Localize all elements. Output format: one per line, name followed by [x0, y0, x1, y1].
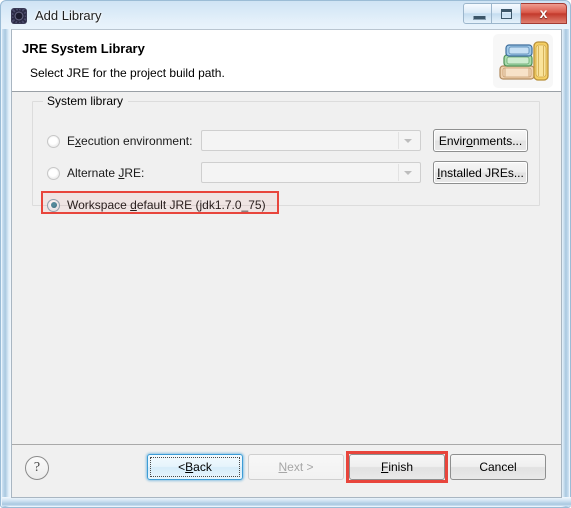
radio-label-workspace-default-jre: Workspace default JRE (jdk1.7.0_75) — [67, 198, 266, 212]
combo-separator — [398, 132, 399, 149]
wizard-navigation-buttons: < Back Next > Finish Cancel — [142, 451, 546, 483]
eclipse-dialog-icon — [11, 7, 27, 24]
chevron-down-icon — [404, 139, 412, 143]
window-title: Add Library — [35, 8, 102, 23]
dialog-client-area: JRE System Library Select JRE for the pr… — [11, 29, 562, 498]
combo-execution-environment[interactable] — [201, 130, 421, 151]
radio-execution-environment[interactable] — [47, 134, 60, 148]
combo-separator — [398, 164, 399, 181]
minimize-button[interactable] — [463, 3, 492, 24]
dialog-body: System library Execution environment: En… — [12, 92, 561, 444]
dialog-footer: ? < Back Next > Finish Cancel — [12, 444, 561, 497]
finish-button[interactable]: Finish — [346, 451, 448, 483]
window-controls: x — [463, 3, 567, 24]
books-stack-icon — [493, 34, 553, 88]
finish-button-wrapper: Finish — [344, 451, 448, 483]
wizard-header: JRE System Library Select JRE for the pr… — [12, 30, 561, 92]
help-button[interactable]: ? — [25, 456, 49, 480]
close-button[interactable]: x — [521, 3, 567, 24]
radio-label-alternate-jre: Alternate JRE: — [67, 166, 145, 180]
option-row-execution-environment: Execution environment: — [33, 130, 192, 152]
radio-workspace-default-jre[interactable] — [47, 198, 60, 212]
radio-alternate-jre[interactable] — [47, 166, 60, 180]
option-row-alternate-jre: Alternate JRE: — [33, 162, 144, 184]
radio-label-execution-environment: Execution environment: — [67, 134, 193, 148]
window-frame-bottom — [2, 497, 571, 506]
system-library-group-label: System library — [43, 94, 129, 108]
chevron-down-icon — [404, 171, 412, 175]
combo-alternate-jre[interactable] — [201, 162, 421, 183]
next-button[interactable]: Next > — [248, 454, 344, 480]
title-bar: Add Library x — [2, 2, 571, 29]
page-description: Select JRE for the project build path. — [30, 66, 225, 80]
maximize-button[interactable] — [492, 3, 521, 24]
maximize-icon — [501, 9, 512, 19]
option-row-workspace-default-jre: Workspace default JRE (jdk1.7.0_75) — [33, 194, 266, 216]
back-button[interactable]: < Back — [147, 454, 243, 480]
cancel-button[interactable]: Cancel — [450, 454, 546, 480]
environments-button[interactable]: Envir o nments... — [433, 129, 528, 152]
page-title: JRE System Library — [22, 41, 145, 56]
minimize-icon — [473, 16, 486, 20]
installed-jres-button[interactable]: Installed JREs... — [433, 161, 528, 184]
system-library-group: System library Execution environment: En… — [32, 94, 540, 214]
close-icon: x — [539, 5, 548, 21]
window-frame-left — [2, 29, 11, 507]
dialog-window: Add Library x JRE System Library Select … — [0, 0, 571, 508]
